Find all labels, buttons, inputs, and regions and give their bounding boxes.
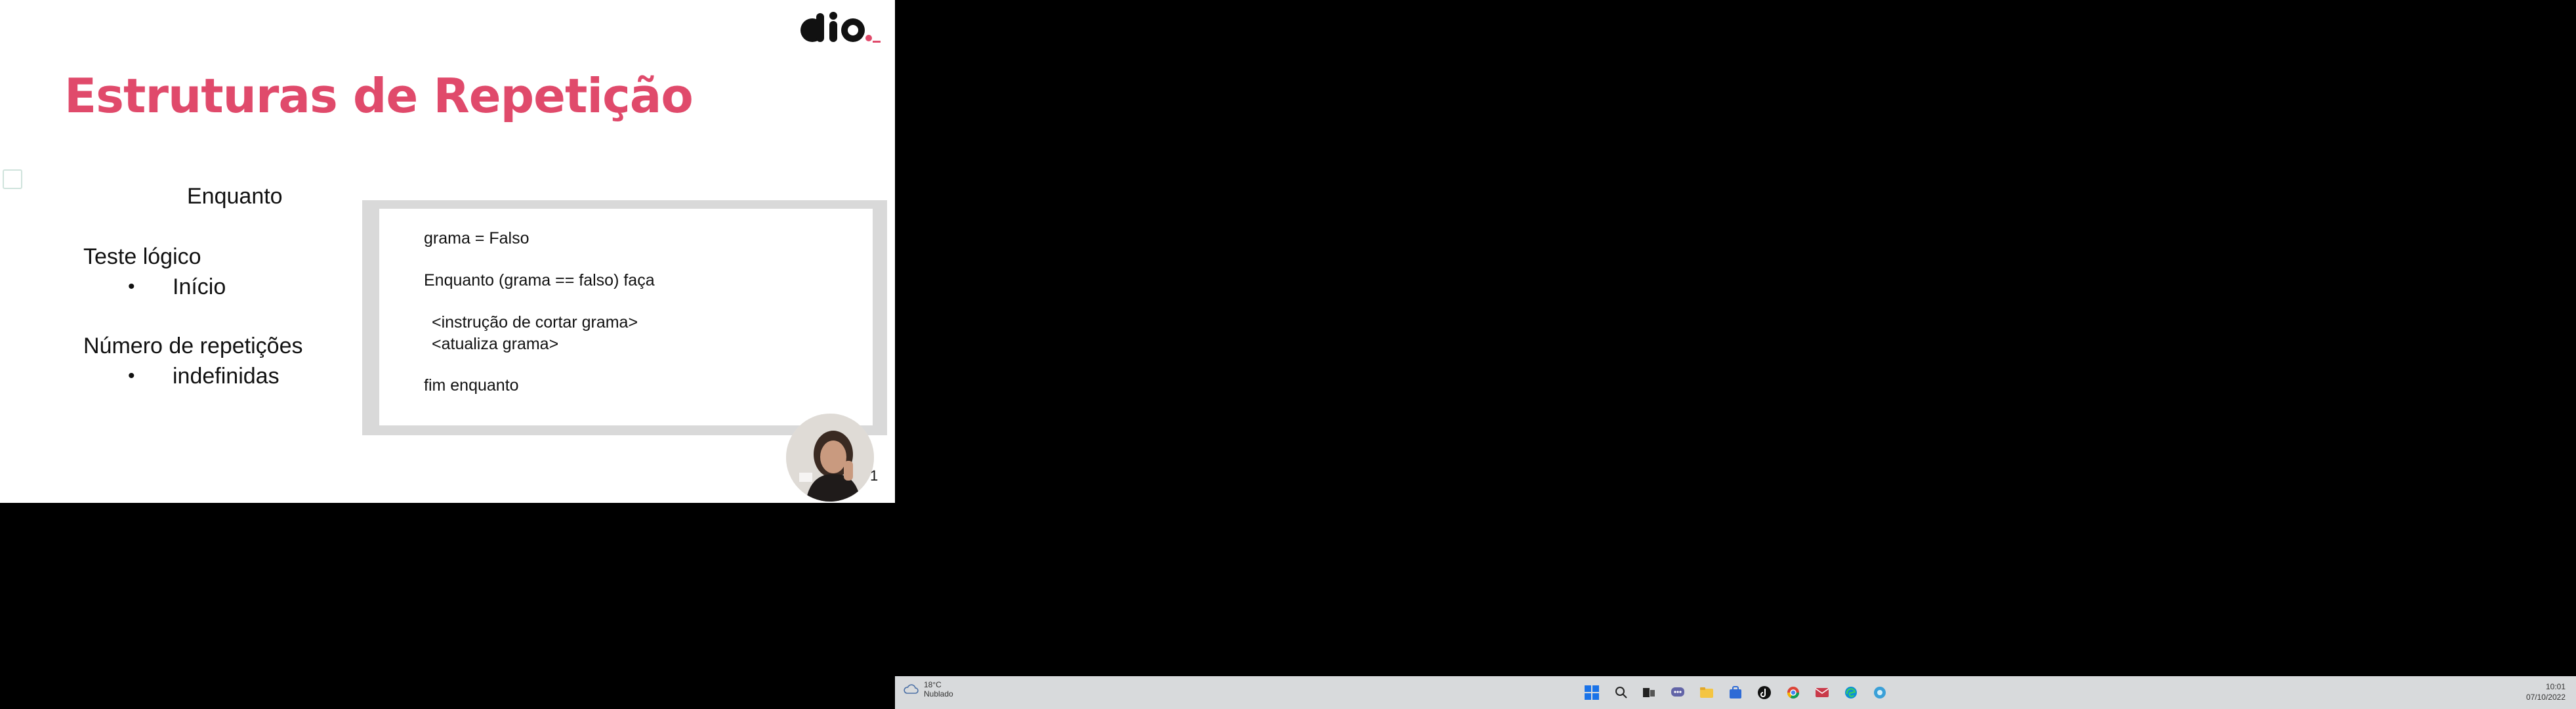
tiktok-icon[interactable] (1755, 676, 1774, 709)
dio-logo (800, 12, 881, 43)
weather-desc: Nublado (924, 689, 953, 698)
code-box: grama = Falso Enquanto (grama == falso) … (379, 209, 873, 425)
windows-start-icon[interactable] (1582, 676, 1602, 709)
app-icon[interactable] (1870, 676, 1890, 709)
slide-number: 1 (870, 467, 879, 484)
weather-temp: 18°C (924, 680, 942, 689)
code-line: Enquanto (grama == falso) faça (424, 271, 655, 290)
slide-title: Estruturas de Repetição (64, 68, 694, 123)
chrome-icon[interactable] (1783, 676, 1803, 709)
presenter-avatar (786, 414, 874, 502)
bullet-icon: • (128, 365, 135, 387)
teste-logico-item: Início (173, 274, 226, 299)
taskbar: 18°C Nublado 10:01 07/10/2022 (895, 676, 2576, 709)
store-icon[interactable] (1726, 676, 1745, 709)
teste-logico-label: Teste lógico (83, 244, 201, 269)
slide-subtitle: Enquanto (187, 184, 283, 209)
mail-icon[interactable] (1812, 676, 1832, 709)
bullet-icon: • (128, 276, 135, 297)
slide: Estruturas de Repetição Enquanto Teste l… (0, 0, 895, 503)
code-line: <atualiza grama> (432, 335, 559, 353)
placeholder-marker (3, 169, 22, 189)
chat-icon[interactable] (1668, 676, 1688, 709)
system-clock[interactable]: 10:01 07/10/2022 (2526, 681, 2566, 702)
weather-widget[interactable]: 18°C Nublado (903, 680, 953, 698)
code-line: grama = Falso (424, 229, 530, 247)
numero-repeticoes-label: Número de repetições (83, 333, 303, 358)
clock-date: 07/10/2022 (2525, 693, 2566, 702)
cloud-icon (904, 684, 919, 694)
code-line: fim enquanto (424, 376, 519, 395)
task-view-icon[interactable] (1639, 676, 1659, 709)
file-explorer-icon[interactable] (1697, 676, 1716, 709)
edge-icon[interactable] (1841, 676, 1861, 709)
code-line: <instrução de cortar grama> (432, 313, 638, 332)
clock-time: 10:01 (2545, 682, 2566, 691)
numero-repeticoes-item: indefinidas (173, 364, 280, 389)
search-icon[interactable] (1611, 676, 1631, 709)
